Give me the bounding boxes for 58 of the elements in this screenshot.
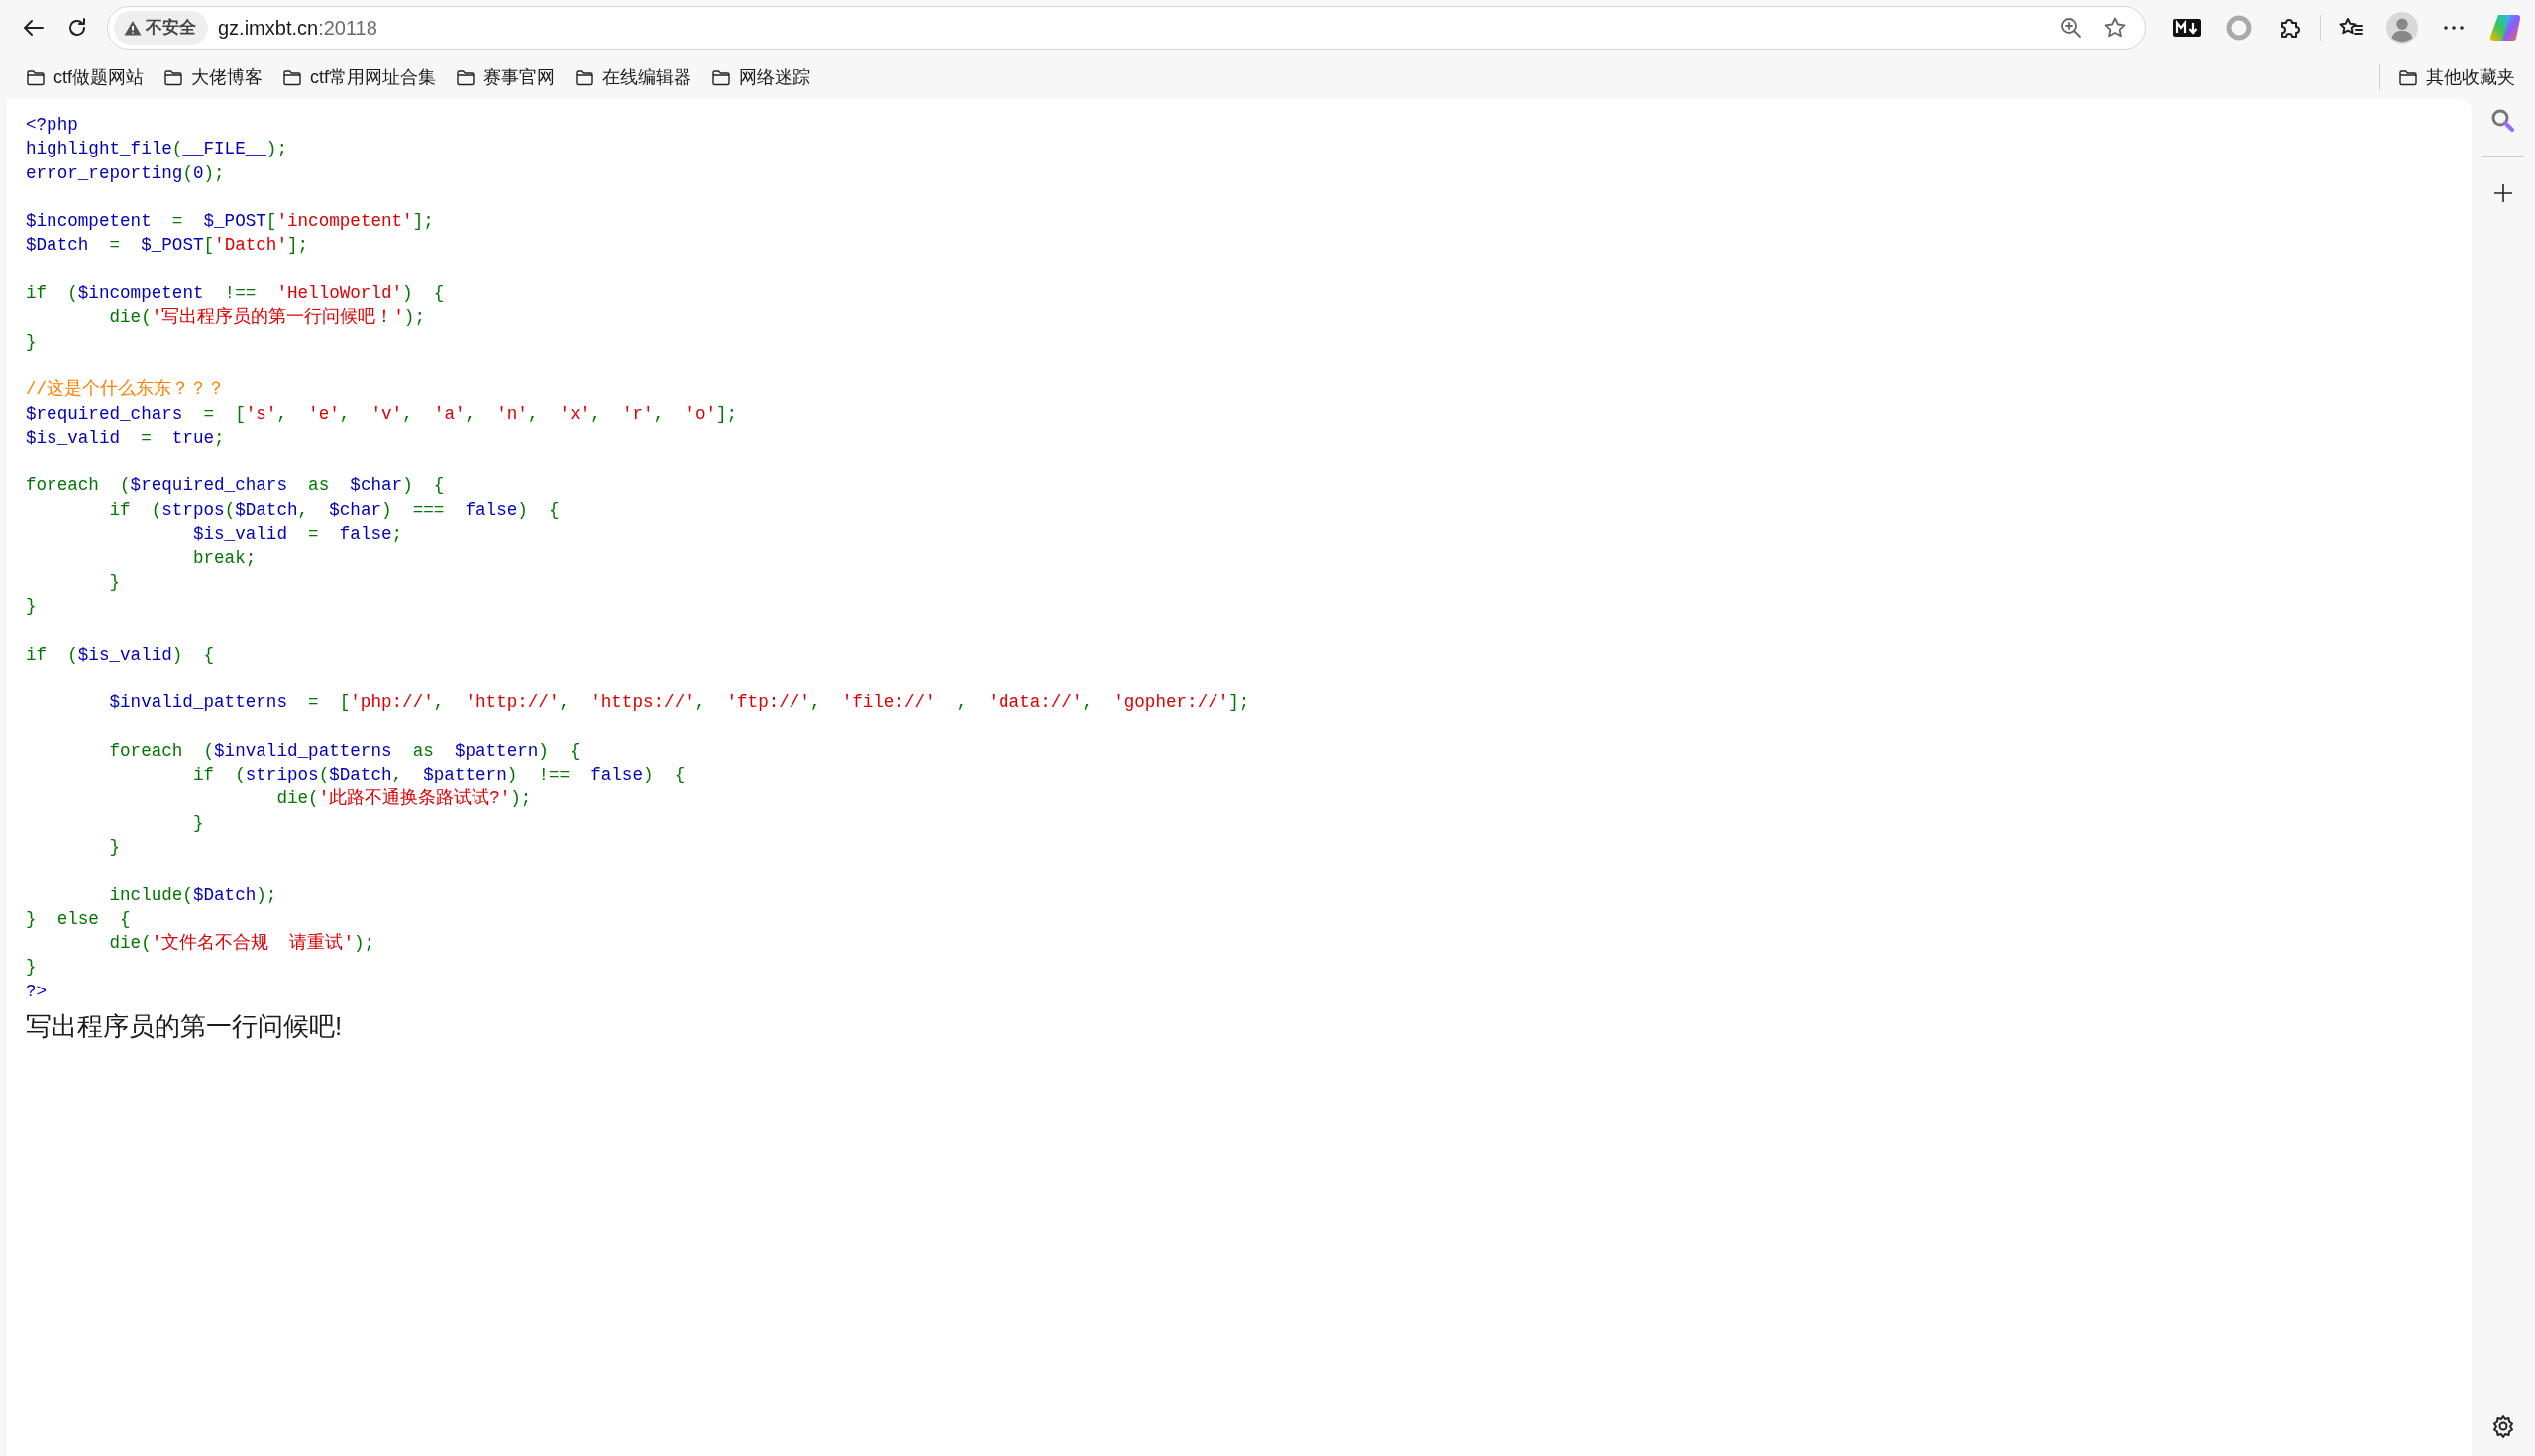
code-line: die('此路不通换条路试试?'); [275, 787, 533, 811]
code-line: } else { [26, 907, 132, 931]
bookmark-folder[interactable]: 其他收藏夹 [2388, 59, 2525, 95]
folder-icon [282, 68, 302, 86]
folder-icon [711, 68, 732, 86]
code-line: } [26, 594, 38, 618]
code-line: $invalid_patterns = ['php://', 'http://', 'https://', 'ftp://', 'file://' , 'data://', 'gopher://']; [108, 691, 1251, 715]
profile-icon [2386, 11, 2418, 45]
markdown-extension-icon [2173, 19, 2201, 37]
code-line: break; [191, 547, 258, 571]
code-line: include($Datch); [108, 884, 278, 907]
code-line: $is_valid = false; [191, 523, 404, 547]
bookmark-folder[interactable]: 网络迷踪 [701, 59, 821, 95]
code-line: } [26, 330, 38, 354]
warning-icon [124, 20, 142, 36]
bookmark-folder[interactable]: ctf常用网址合集 [272, 59, 447, 95]
code-line: $Datch = $_POST['Datch']; [26, 234, 310, 258]
settings-icon [2491, 1414, 2515, 1438]
zoom-icon [2060, 16, 2083, 40]
code-line: die('文件名不合规 请重试'); [108, 932, 376, 956]
code-line: } [108, 835, 122, 859]
code-line: } [108, 571, 122, 594]
code-line: if ($is_valid) { [26, 643, 216, 667]
bookmark-folder[interactable]: 大佬博客 [154, 59, 272, 95]
folder-icon [163, 68, 183, 86]
output-text: 写出程序员的第一行问候吧! [26, 1010, 344, 1043]
code-line: foreach ($invalid_patterns as $pattern) { [108, 739, 581, 763]
copilot-logo-icon [2489, 12, 2521, 44]
code-line: if ($incompetent !== 'HelloWorld') { [26, 282, 446, 306]
bookmark-folder[interactable]: ctf做题网站 [16, 59, 154, 95]
code-line: die('写出程序员的第一行问候吧！'); [108, 306, 426, 330]
code-line: highlight_file(__FILE__); [26, 138, 288, 161]
code-line: error_reporting(0); [26, 161, 226, 185]
folder-icon [26, 68, 46, 86]
code-line: } [191, 811, 205, 835]
code-line: $is_valid = true; [26, 426, 226, 450]
favorite-icon [2103, 16, 2127, 40]
search-icon [2490, 108, 2516, 134]
bookmark-folder[interactable]: 在线编辑器 [565, 59, 702, 95]
code-line: $incompetent = $_POST['incompetent']; [26, 210, 435, 234]
code-line: if (strpos($Datch, $char) === false) { [108, 498, 561, 522]
bookmark-folder[interactable]: 赛事官网 [446, 59, 566, 95]
code-line: //这是个什么东东？？？ [26, 378, 227, 402]
code-line: if (stripos($Datch, $pattern) !== false) { [191, 764, 687, 786]
folder-icon [456, 68, 476, 86]
more-icon [2444, 26, 2464, 30]
url-text: gz.imxbt.cn:20118 [217, 16, 377, 41]
code-line: $required_chars = ['s', 'e', 'v', 'a', 'n', 'x', 'r', 'o']; [26, 402, 739, 426]
address-bar[interactable]: 不安全 gz.imxbt.cn:20118 [107, 6, 2146, 50]
extension-circle-icon [2226, 15, 2252, 41]
code-line: <?php [26, 114, 79, 137]
security-indicator[interactable]: 不安全 [114, 11, 208, 45]
code-line: } [26, 956, 38, 980]
code-line: foreach ($required_chars as $char) { [26, 474, 446, 498]
folder-icon [575, 68, 595, 86]
folder-icon [2398, 68, 2418, 86]
add-icon [2492, 182, 2514, 204]
code-line: ?> [26, 980, 49, 1003]
